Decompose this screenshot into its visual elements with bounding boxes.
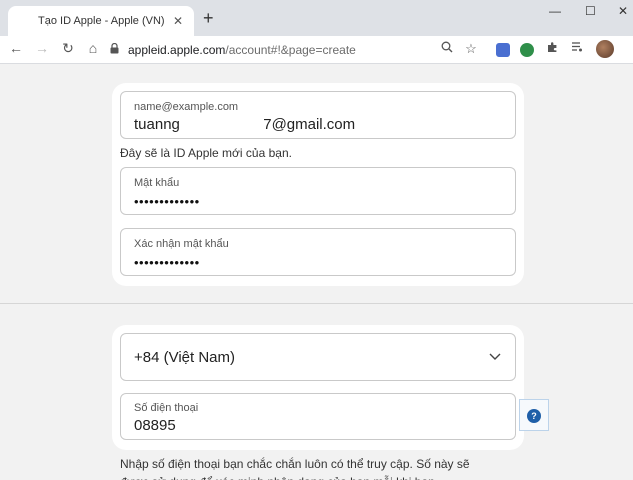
account-credentials-card: name@example.com tuanng 7@gmail.com Đây … [112,83,524,286]
url-path: /account#!&page=create [225,43,356,57]
phone-value: 08895 [134,417,176,434]
new-tab-button[interactable]: + [203,9,214,27]
extension-icon[interactable] [520,43,534,57]
chevron-down-icon [489,348,501,364]
zoom-icon[interactable] [438,41,456,56]
confirm-password-field[interactable]: Xác nhận mật khẩu ••••••••••••• [120,228,516,276]
password-field[interactable]: Mật khẩu ••••••••••••• [120,167,516,215]
country-code-value: +84 (Việt Nam) [134,349,236,366]
phone-label: Số điện thoại [134,402,199,414]
translate-icon[interactable] [496,43,510,57]
back-button[interactable]: ← [6,40,26,56]
browser-tab[interactable]: Tạo ID Apple - Apple (VN) ✕ [8,6,194,36]
url-text: appleid.apple.com/account#!&page=create [128,43,356,57]
password-value: ••••••••••••• [134,194,200,209]
home-button[interactable]: ⌂ [83,40,103,56]
maximize-button[interactable]: ☐ [585,4,596,18]
phone-description: Nhập số điện thoại bạn chắc chắn luôn có… [120,457,470,480]
question-icon: ? [527,409,541,423]
help-button[interactable]: ? [519,399,549,431]
tab-close-icon[interactable]: ✕ [170,14,186,28]
email-placeholder-label: name@example.com [134,101,239,113]
password-label: Mật khẩu [134,177,180,189]
section-divider [0,303,633,304]
profile-avatar[interactable] [596,40,614,58]
url-domain: appleid.apple.com [128,43,226,57]
tab-title: Tạo ID Apple - Apple (VN) [38,15,165,27]
media-control-icon[interactable] [568,41,586,56]
browser-tab-strip: Tạo ID Apple - Apple (VN) ✕ + — ☐ ✕ [0,0,633,36]
browser-toolbar: ← → ↻ ⌂ appleid.apple.com/account#!&page… [0,36,633,64]
reload-button[interactable]: ↻ [58,40,78,57]
lock-icon [110,42,124,57]
country-code-select[interactable]: +84 (Việt Nam) [120,333,516,381]
bookmark-star-icon[interactable]: ☆ [462,41,480,57]
forward-button[interactable]: → [32,40,52,56]
email-hint: Đây sẽ là ID Apple mới của bạn. [120,146,292,160]
address-bar[interactable]: appleid.apple.com/account#!&page=create [110,39,490,61]
phone-field[interactable]: Số điện thoại 08895 [120,393,516,440]
email-value: tuanng 7@gmail.com [134,116,356,133]
confirm-password-value: ••••••••••••• [134,255,200,270]
window-close-button[interactable]: ✕ [618,4,628,18]
phone-card: +84 (Việt Nam) Số điện thoại 08895 [112,325,524,450]
puzzle-extensions-icon[interactable] [544,41,562,56]
minimize-button[interactable]: — [549,4,561,18]
email-field[interactable]: name@example.com tuanng 7@gmail.com [120,91,516,139]
confirm-password-label: Xác nhận mật khẩu [134,238,229,250]
